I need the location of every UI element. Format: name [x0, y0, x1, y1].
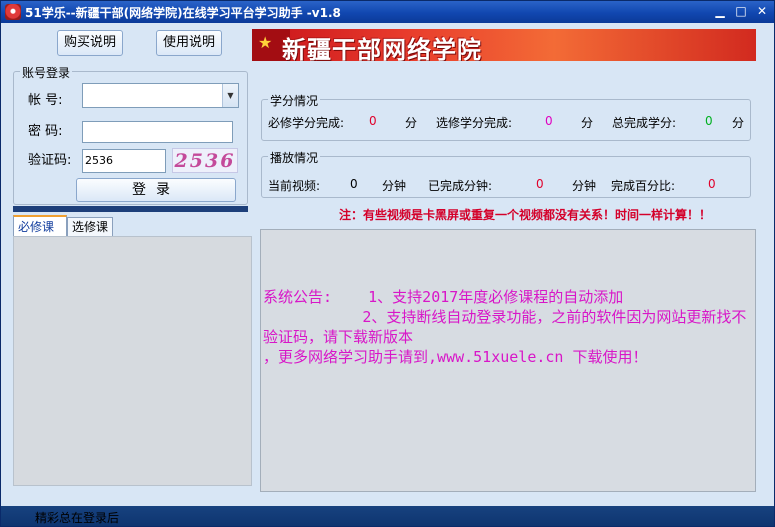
current-video-value: 0 [350, 177, 358, 191]
chevron-down-icon[interactable]: ▼ [222, 84, 238, 107]
app-window: 51学乐--新疆干部(网络学院)在线学习平台学习助手 -v1.8 ▁ □ ✕ 购… [0, 0, 775, 527]
elective-credit-label: 选修学分完成: [436, 116, 513, 130]
elective-credit-value: 0 [545, 114, 553, 128]
app-logo-icon [5, 4, 21, 20]
captcha-field[interactable]: 2536 [82, 149, 166, 173]
elective-credit-unit: 分 [581, 116, 594, 130]
captcha-image[interactable]: 2536 [172, 148, 238, 173]
current-video-unit: 分钟 [382, 179, 407, 193]
status-bar: 精彩总在登录后 [1, 506, 774, 526]
playback-group-title: 播放情况 [268, 149, 321, 166]
password-label: 密 码: [28, 124, 63, 139]
announcement-panel[interactable]: 系统公告: 1、支持2017年度必修课程的自动添加 2、支持断线自动登录功能，之… [260, 229, 756, 492]
account-label: 帐 号: [28, 93, 63, 108]
completion-percent-value: 0 [708, 177, 716, 191]
banner-image: 新疆干部网络学院 [252, 29, 756, 61]
maximize-button[interactable]: □ [732, 4, 750, 20]
window-title: 51学乐--新疆干部(网络学院)在线学习平台学习助手 -v1.8 [25, 6, 341, 20]
notice-text: 注：有些视频是卡黑屏或重复一个视频都没有关系！时间一样计算！！ [339, 208, 712, 222]
divider [13, 206, 248, 212]
current-video-label: 当前视频: [268, 179, 321, 193]
tab-elective-courses[interactable]: 选修课 [67, 217, 113, 237]
playback-status-group: 播放情况 当前视频: 0 分钟 已完成分钟: 0 分钟 完成百分比: 0 [261, 149, 751, 198]
account-combobox[interactable]: ▼ [82, 83, 239, 108]
required-credit-label: 必修学分完成: [268, 116, 345, 130]
usage-instructions-button[interactable]: 使用说明 [156, 30, 222, 56]
status-text: 精彩总在登录后 [35, 511, 120, 525]
completion-percent-label: 完成百分比: [611, 179, 676, 193]
completed-minutes-value: 0 [536, 177, 544, 191]
announcement-text: 系统公告: 1、支持2017年度必修课程的自动添加 2、支持断线自动登录功能，之… [263, 288, 747, 366]
login-group: 账号登录 帐 号: ▼ 密 码: 验证码: 2536 2536 登录 [13, 64, 248, 205]
course-list[interactable] [13, 236, 252, 486]
credit-group-title: 学分情况 [268, 92, 321, 109]
captcha-label: 验证码: [28, 153, 72, 168]
login-group-title: 账号登录 [20, 64, 73, 81]
total-credit-unit: 分 [732, 116, 745, 130]
password-field[interactable] [82, 121, 233, 143]
required-credit-unit: 分 [405, 116, 418, 130]
completed-minutes-unit: 分钟 [572, 179, 597, 193]
title-bar[interactable]: 51学乐--新疆干部(网络学院)在线学习平台学习助手 -v1.8 ▁ □ ✕ [1, 1, 774, 23]
total-credit-label: 总完成学分: [612, 116, 677, 130]
purchase-instructions-button[interactable]: 购买说明 [57, 30, 123, 56]
course-tabs: 必修课 选修课 [13, 215, 252, 237]
minimize-button[interactable]: ▁ [711, 4, 729, 20]
total-credit-value: 0 [705, 114, 713, 128]
login-button[interactable]: 登录 [76, 178, 236, 202]
tab-required-courses[interactable]: 必修课 [13, 215, 67, 237]
close-button[interactable]: ✕ [753, 4, 771, 20]
credit-status-group: 学分情况 必修学分完成: 0 分 选修学分完成: 0 分 总完成学分: 0 分 [261, 92, 751, 141]
banner-text: 新疆干部网络学院 [282, 36, 482, 61]
completed-minutes-label: 已完成分钟: [428, 179, 493, 193]
required-credit-value: 0 [369, 114, 377, 128]
